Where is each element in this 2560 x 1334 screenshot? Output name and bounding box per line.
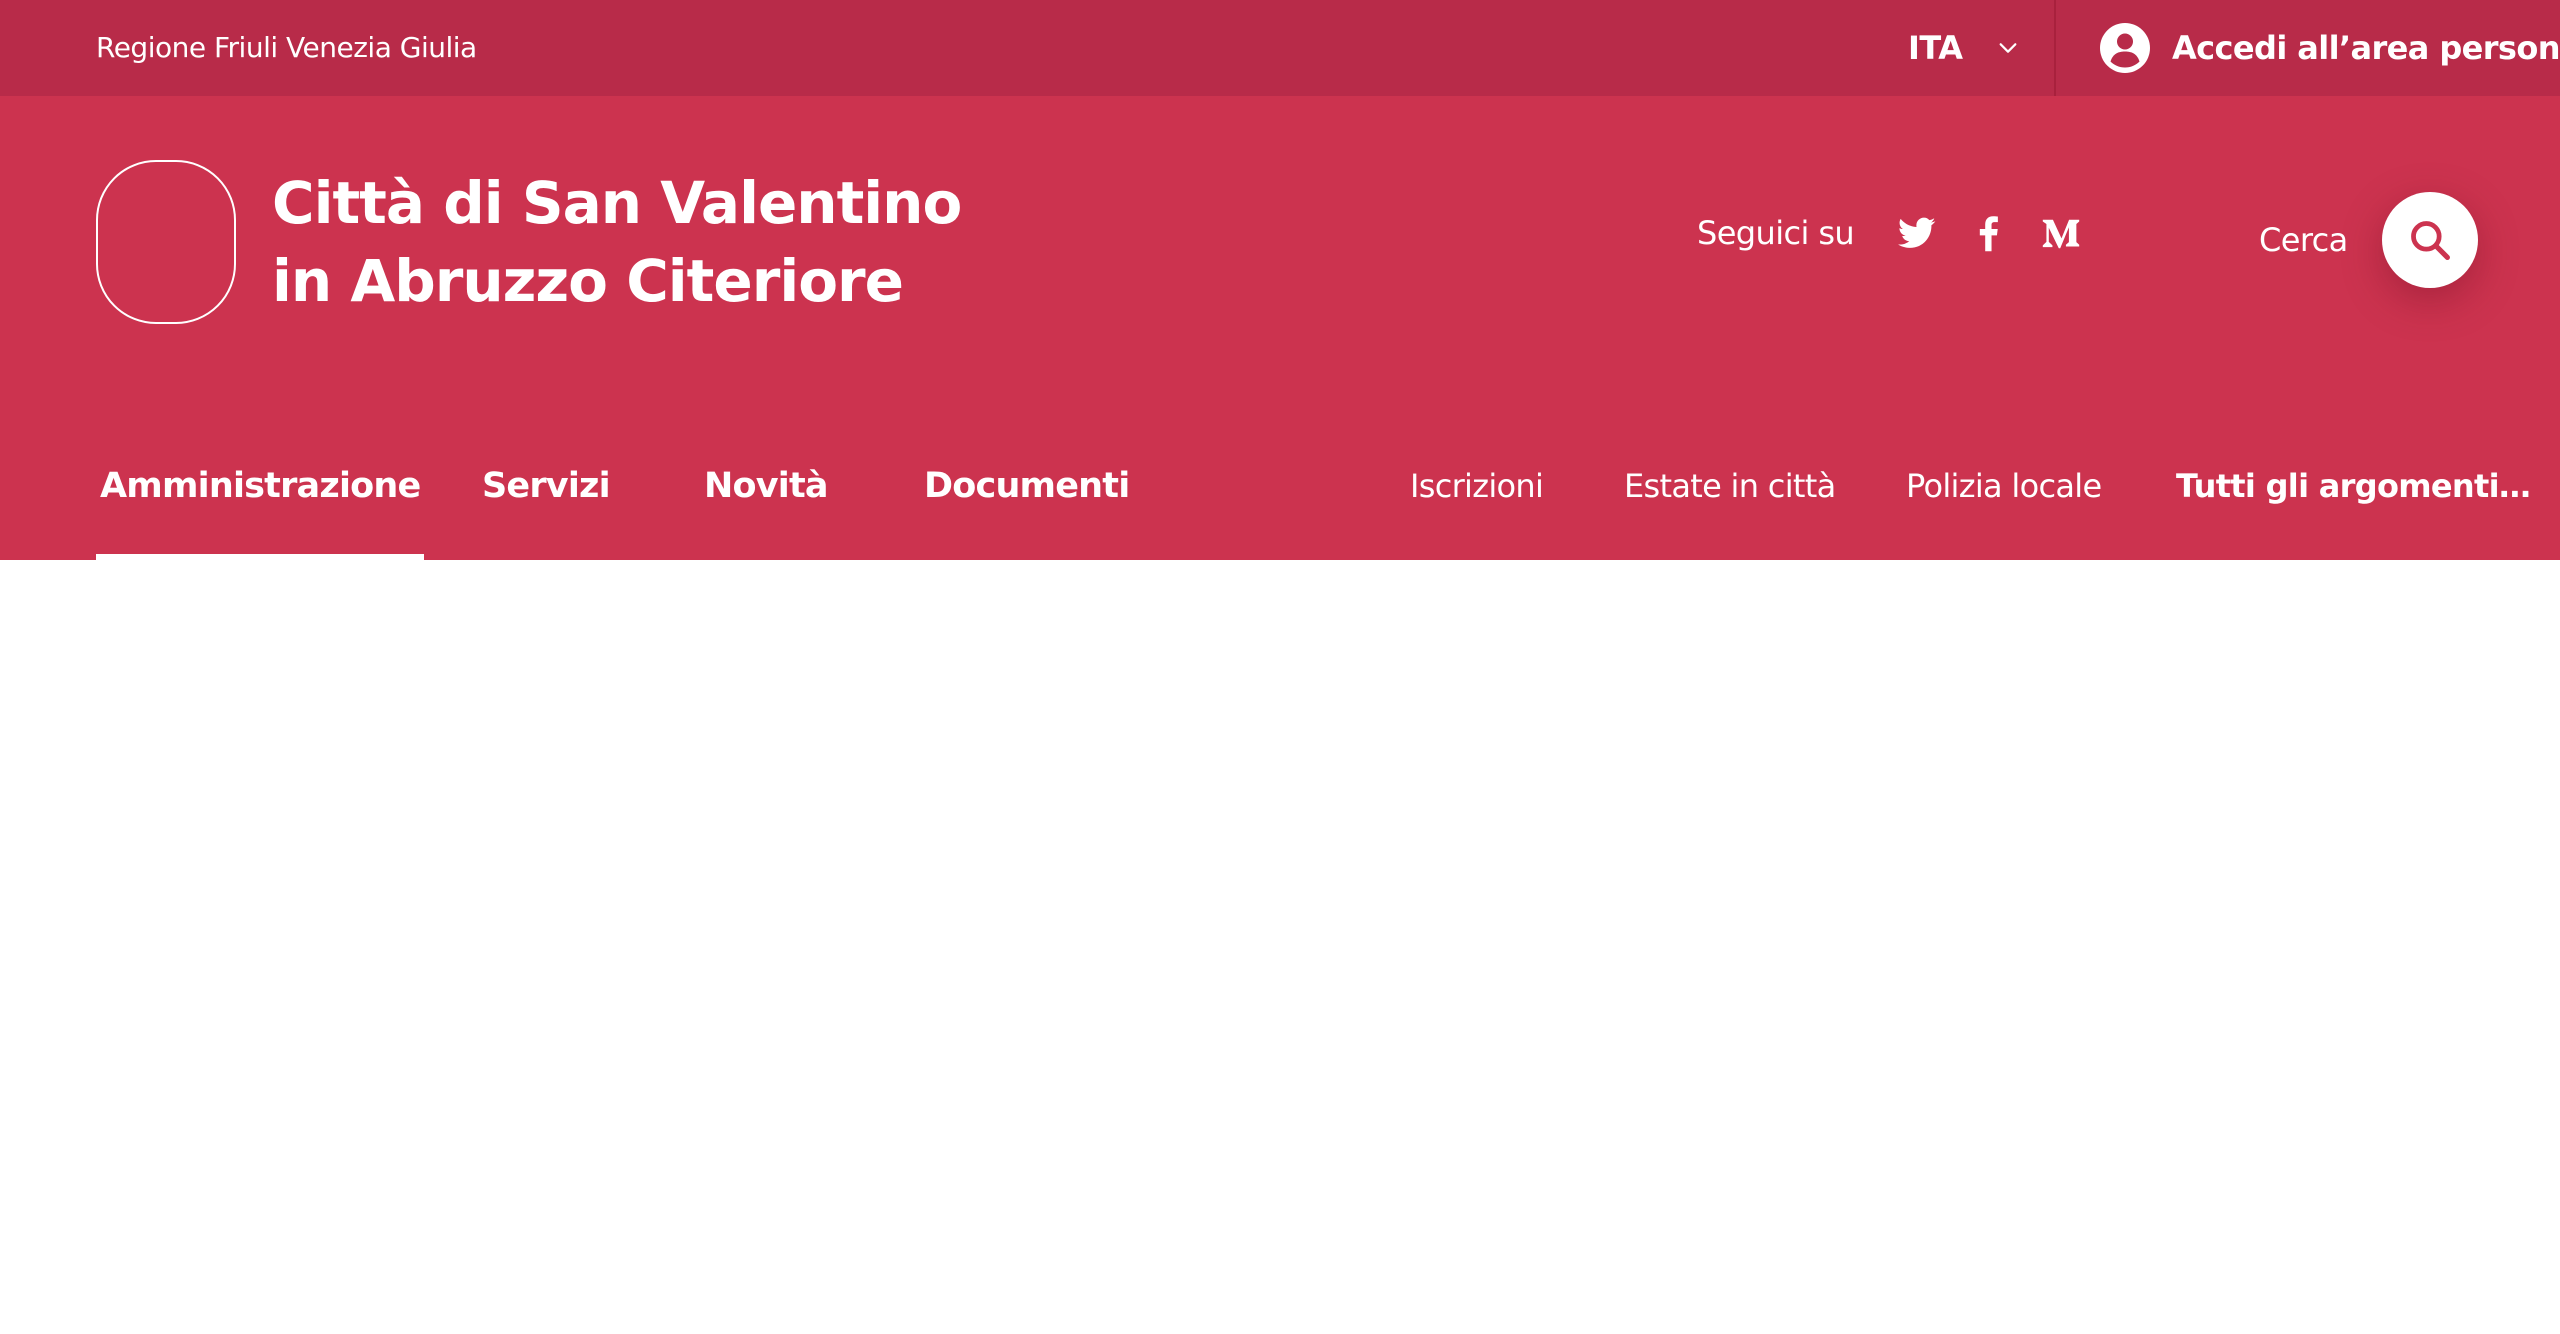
user-circle-icon <box>2100 23 2150 73</box>
language-label: ITA <box>1908 29 1963 67</box>
nav-item-novita[interactable]: Novità <box>704 442 829 560</box>
main-navigation: Amministrazione Servizi Novità Documenti… <box>0 442 2560 560</box>
site-logo <box>96 160 236 324</box>
chevron-down-icon <box>1999 43 2016 53</box>
medium-icon <box>2042 219 2080 249</box>
social-links: Seguici su <box>1697 214 2114 252</box>
site-title: Città di San Valentino in Abruzzo Citeri… <box>272 164 972 320</box>
slim-header: Regione Friuli Venezia Giulia ITA Accedi… <box>0 0 2560 96</box>
slim-divider <box>2054 0 2056 96</box>
region-link[interactable]: Regione Friuli Venezia Giulia <box>96 0 477 96</box>
nav-item-servizi[interactable]: Servizi <box>482 442 611 560</box>
social-label: Seguici su <box>1697 214 1855 252</box>
twitter-link[interactable] <box>1898 214 1936 252</box>
login-label: Accedi all’area personale <box>2172 29 2560 67</box>
topic-link-polizia-locale[interactable]: Polizia locale <box>1906 442 2102 560</box>
site-title-line-2: in Abruzzo Citeriore <box>272 247 904 315</box>
topic-link-estate-in-citta[interactable]: Estate in città <box>1624 442 1836 560</box>
login-button[interactable]: Accedi all’area personale <box>2100 0 2560 96</box>
topic-link-iscrizioni[interactable]: Iscrizioni <box>1410 442 1544 560</box>
site-title-line-1: Città di San Valentino <box>272 169 962 237</box>
topic-link-tutti-gli-argomenti[interactable]: Tutti gli argomenti… <box>2176 442 2531 560</box>
medium-link[interactable] <box>2042 214 2080 252</box>
page-content <box>0 560 2560 1334</box>
search-icon <box>2410 221 2450 260</box>
language-select[interactable]: ITA <box>1908 0 2058 96</box>
facebook-icon <box>1979 216 1998 252</box>
twitter-icon <box>1898 217 1936 248</box>
nav-item-amministrazione[interactable]: Amministrazione <box>95 442 425 560</box>
search-label: Cerca <box>2259 221 2348 259</box>
search-area: Cerca <box>2259 192 2478 288</box>
facebook-link[interactable] <box>1970 214 2008 252</box>
nav-item-documenti[interactable]: Documenti <box>924 442 1130 560</box>
search-button[interactable] <box>2381 192 2478 288</box>
site-brand[interactable]: Città di San Valentino in Abruzzo Citeri… <box>96 160 972 324</box>
